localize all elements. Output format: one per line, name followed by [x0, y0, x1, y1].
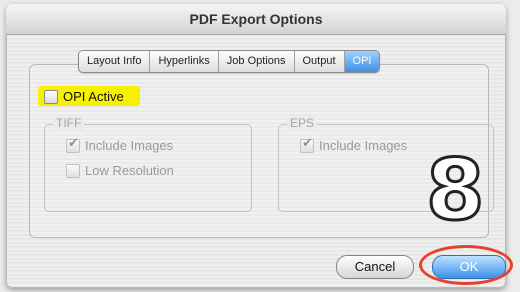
opi-active-label: OPI Active — [63, 89, 124, 104]
tab-opi[interactable]: OPI — [344, 51, 380, 72]
title-bar[interactable]: PDF Export Options — [6, 4, 506, 35]
tiff-low-resolution-label: Low Resolution — [85, 163, 174, 178]
eps-group-label: EPS — [287, 116, 318, 130]
tiff-group-label: TIFF — [53, 116, 85, 130]
checkmark-icon: ✔ — [302, 134, 313, 150]
tab-hyperlinks[interactable]: Hyperlinks — [150, 51, 219, 72]
tiff-low-resolution-checkbox[interactable]: Low Resolution — [66, 163, 174, 178]
checkbox-icon[interactable] — [66, 163, 80, 178]
tab-output[interactable]: Output — [295, 51, 345, 72]
tiff-include-images-checkbox[interactable]: ✔ Include Images — [66, 135, 174, 153]
eps-include-images-label: Include Images — [319, 138, 408, 153]
checkmark-icon: ✔ — [68, 134, 79, 150]
opi-active-checkbox[interactable]: OPI Active — [44, 89, 124, 104]
tab-bar: Layout Info Hyperlinks Job Options Outpu… — [78, 50, 381, 73]
checkbox-icon[interactable] — [44, 89, 58, 104]
step-number-overlay: 8 — [424, 141, 485, 239]
checkbox-icon[interactable]: ✔ — [300, 135, 314, 153]
eps-include-images-checkbox[interactable]: ✔ Include Images — [300, 135, 408, 153]
checkbox-icon[interactable]: ✔ — [66, 135, 80, 153]
ok-highlight-ring — [419, 245, 513, 285]
tiff-include-images-label: Include Images — [85, 138, 174, 153]
tab-layout-info[interactable]: Layout Info — [79, 51, 151, 72]
dialog-title: PDF Export Options — [189, 11, 323, 27]
cancel-button[interactable]: Cancel — [336, 255, 414, 279]
tab-job-options[interactable]: Job Options — [219, 51, 295, 72]
